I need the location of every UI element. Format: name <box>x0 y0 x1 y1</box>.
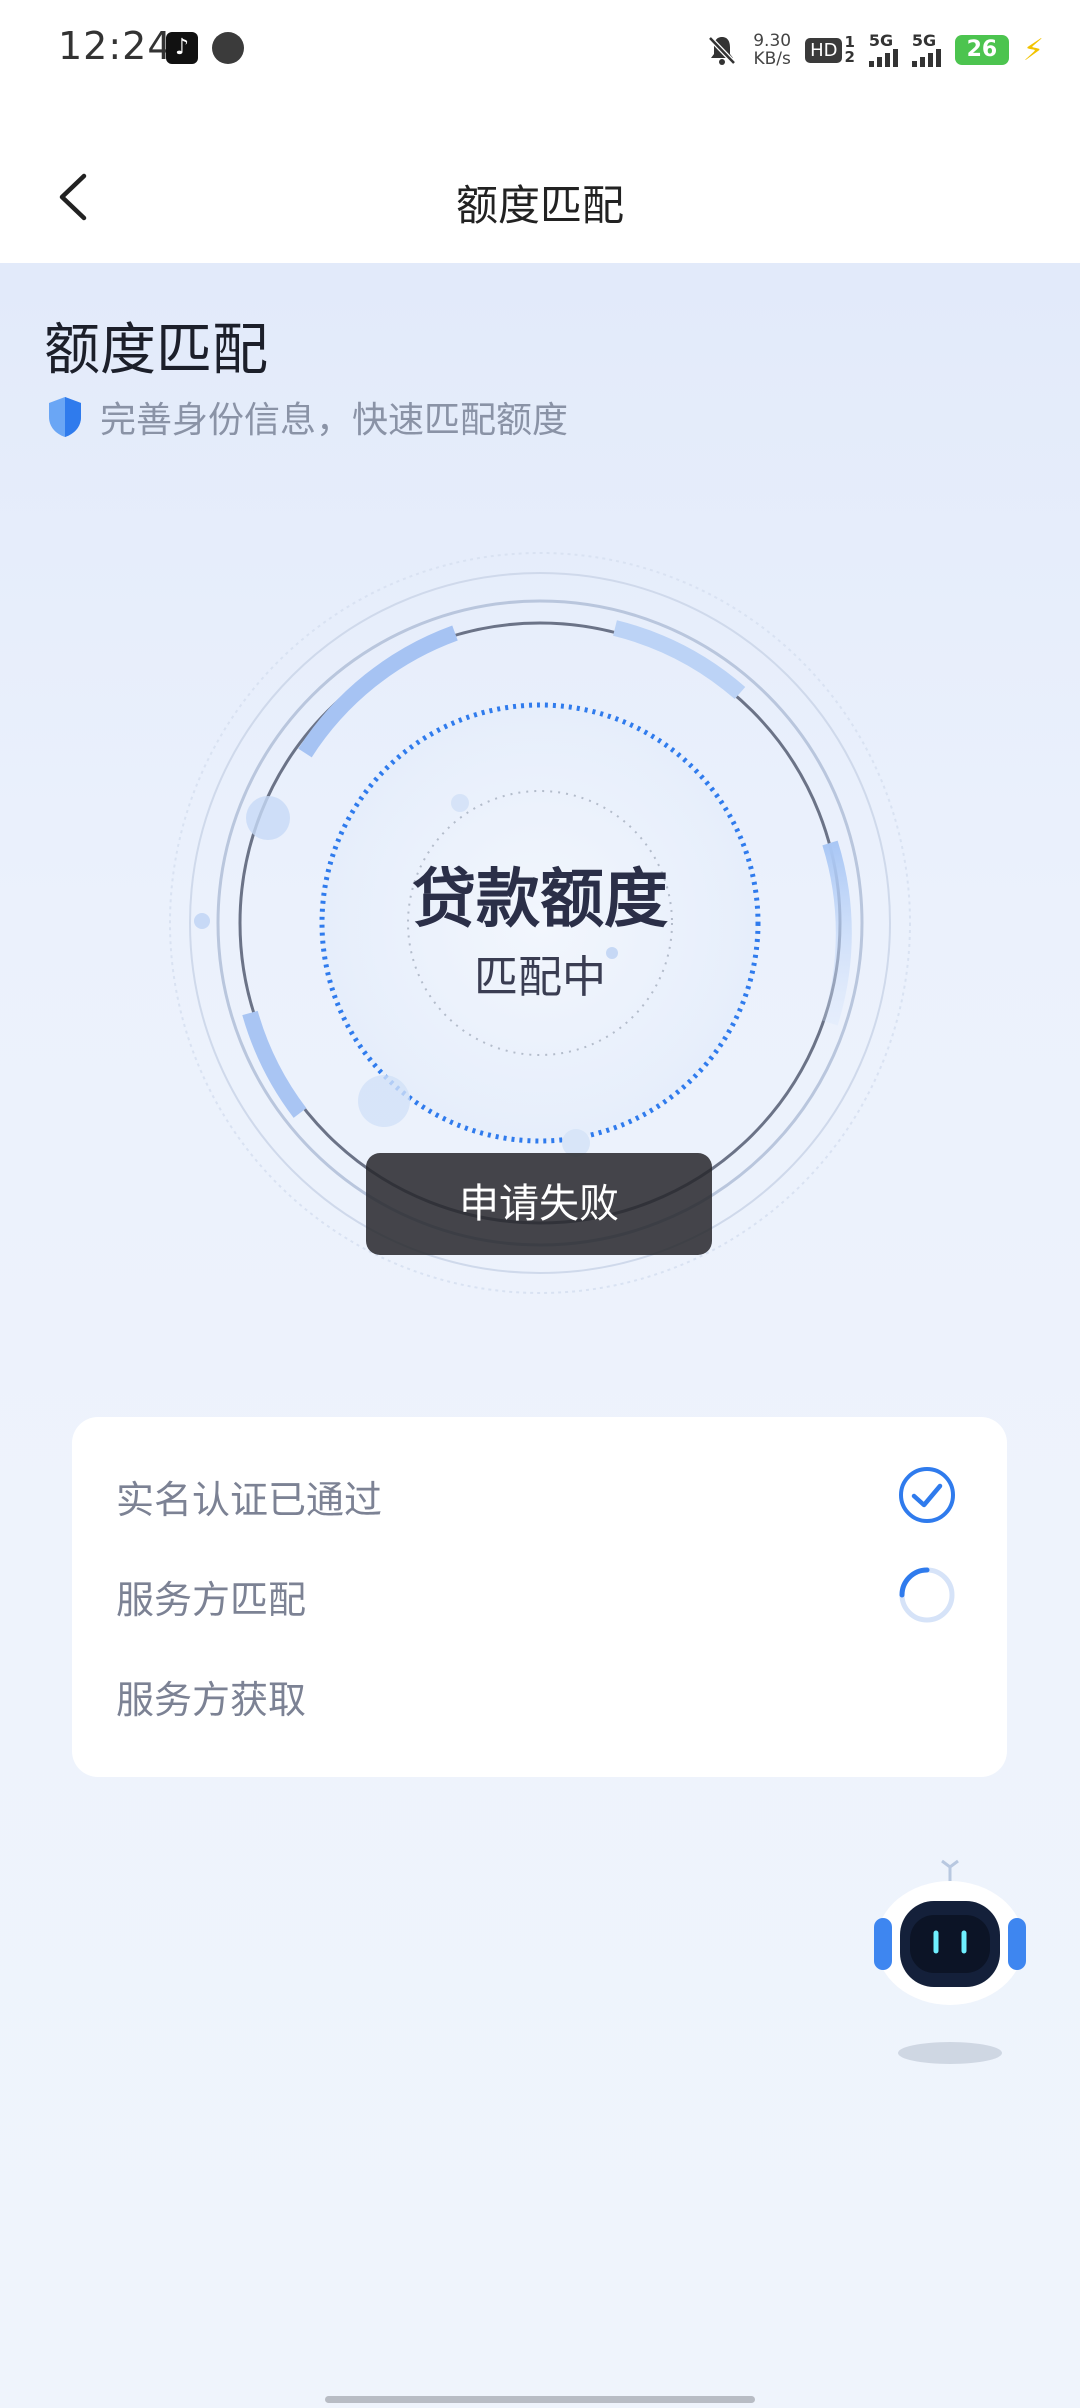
tiktok-icon: ♪ <box>166 32 198 64</box>
main-content: 额度匹配 完善身份信息，快速匹配额度 贷款额度 匹配中 申请失败 实名认证已通过… <box>0 263 1080 2408</box>
status-bar: 12:24 ♪ 9.30 KB/s HD 1 2 5G 5G 26 ⚡ <box>0 0 1080 100</box>
signal-bars-icon <box>911 49 941 67</box>
signal-sim2-label: 5G <box>911 31 937 50</box>
signal-sim1-label: 5G <box>868 31 894 50</box>
loan-amount-title: 贷款额度 <box>412 863 668 937</box>
signal-sim1: 5G <box>868 31 898 67</box>
step-label: 服务方获取 <box>116 1678 307 1722</box>
signal-sim2: 5G <box>911 31 941 67</box>
hd-sim-bottom: 2 <box>844 48 855 66</box>
home-indicator[interactable] <box>325 2396 755 2403</box>
hd-badge: HD <box>805 37 843 63</box>
status-time: 12:24 <box>58 24 173 68</box>
chat-bubble-icon <box>212 32 244 64</box>
signal-bars-icon <box>868 49 898 67</box>
step-label: 实名认证已通过 <box>116 1478 383 1522</box>
matching-status: 匹配中 <box>474 952 606 1003</box>
step-label: 服务方匹配 <box>116 1578 307 1622</box>
robot-assistant-icon[interactable] <box>860 1853 1040 2073</box>
network-speed: 9.30 KB/s <box>753 32 791 68</box>
check-circle-icon <box>899 1467 955 1523</box>
progress-steps-card: 实名认证已通过 服务方匹配 服务方获取 <box>72 1417 1007 1777</box>
navigation-bar: 额度匹配 <box>0 100 1080 263</box>
nav-title: 额度匹配 <box>455 181 624 230</box>
bell-muted-icon <box>708 36 737 65</box>
error-toast: 申请失败 <box>366 1153 712 1255</box>
network-speed-unit: KB/s <box>753 49 791 69</box>
hd-indicator: HD 1 2 <box>805 35 855 65</box>
loading-spinner-icon <box>899 1567 955 1623</box>
network-speed-value: 9.30 <box>753 31 792 51</box>
charging-bolt-icon: ⚡ <box>1022 32 1044 68</box>
status-indicators: 9.30 KB/s HD 1 2 5G 5G 26 ⚡ <box>705 28 1044 72</box>
battery-level: 26 <box>954 35 1009 65</box>
